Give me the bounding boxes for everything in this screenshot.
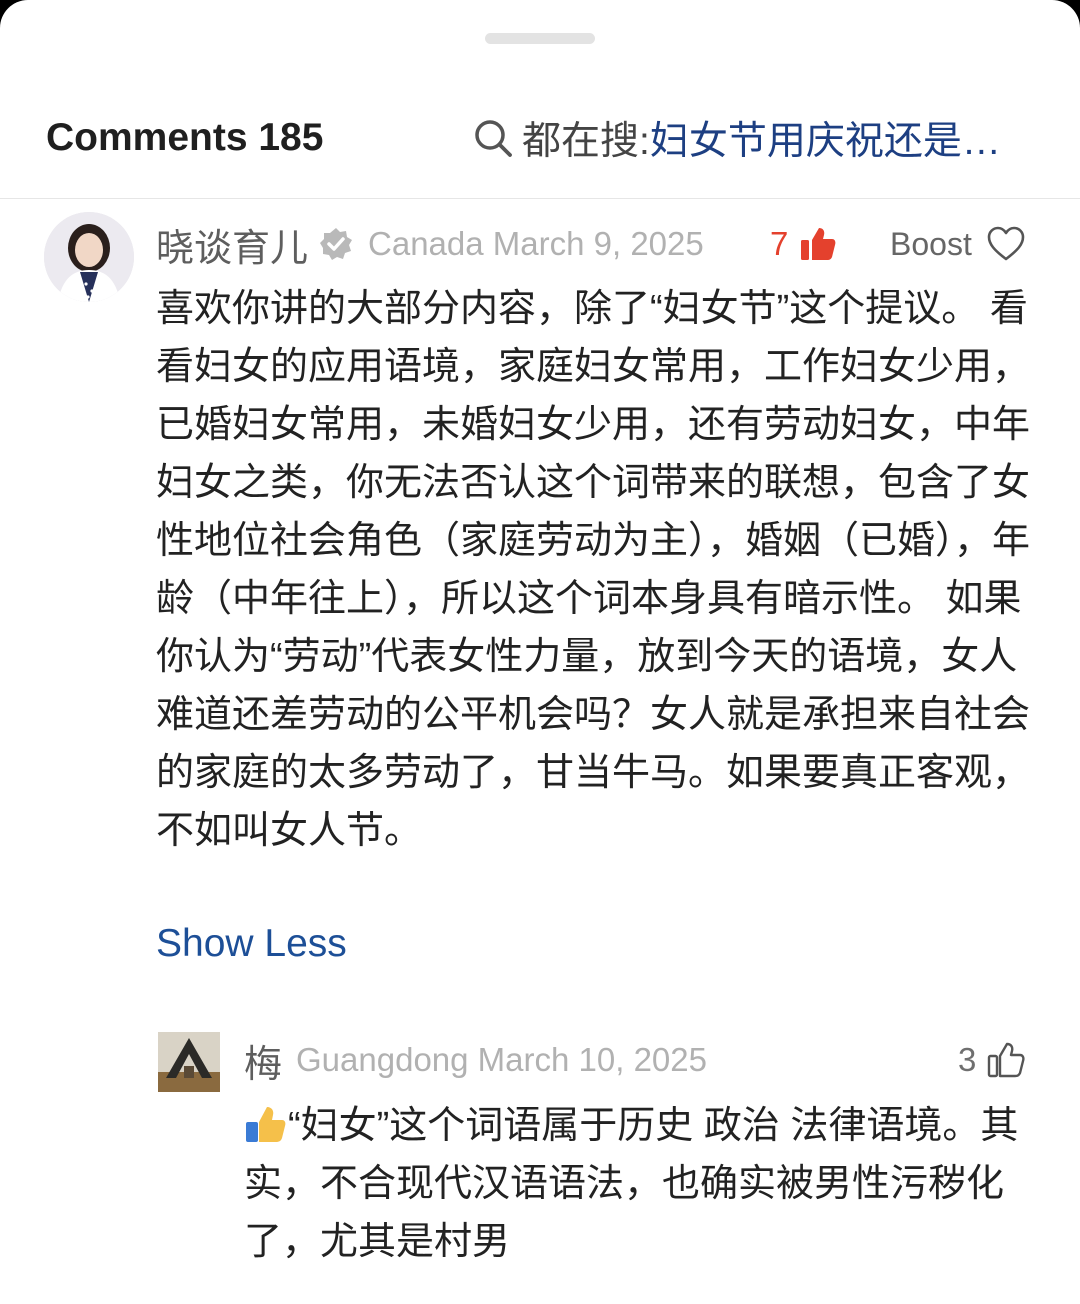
reply-meta: 梅 Guangdong March 10, 2025 [244, 1036, 707, 1086]
reply-avatar[interactable] [158, 1032, 220, 1092]
reply-text-block: “妇女”这个词语属于历史 政治 法律语境。其实，不合现代汉语语法，也确实被男性污… [244, 1097, 1036, 1271]
reply-like-button[interactable]: 3 [958, 1038, 1026, 1082]
reply-location-date: Guangdong March 10, 2025 [296, 1041, 707, 1078]
comments-sheet: Comments 185 都在搜: 妇女节用庆祝还是… 晓谈育儿 Canada … [0, 0, 1080, 1304]
reply-item: 梅 Guangdong March 10, 2025 3 “妇女”这个词语属于历… [0, 0, 1080, 1304]
thumbs-up-outline-icon [988, 1042, 1025, 1078]
reply-text: “妇女”这个词语属于历史 政治 法律语境。其实，不合现代汉语语法，也确实被男性污… [244, 1105, 1019, 1263]
thumbs-up-emoji-icon [246, 1107, 286, 1142]
reply-avatar-image [158, 1032, 220, 1092]
reply-like-count: 3 [958, 1041, 977, 1078]
reply-username[interactable]: 梅 [244, 1033, 282, 1088]
